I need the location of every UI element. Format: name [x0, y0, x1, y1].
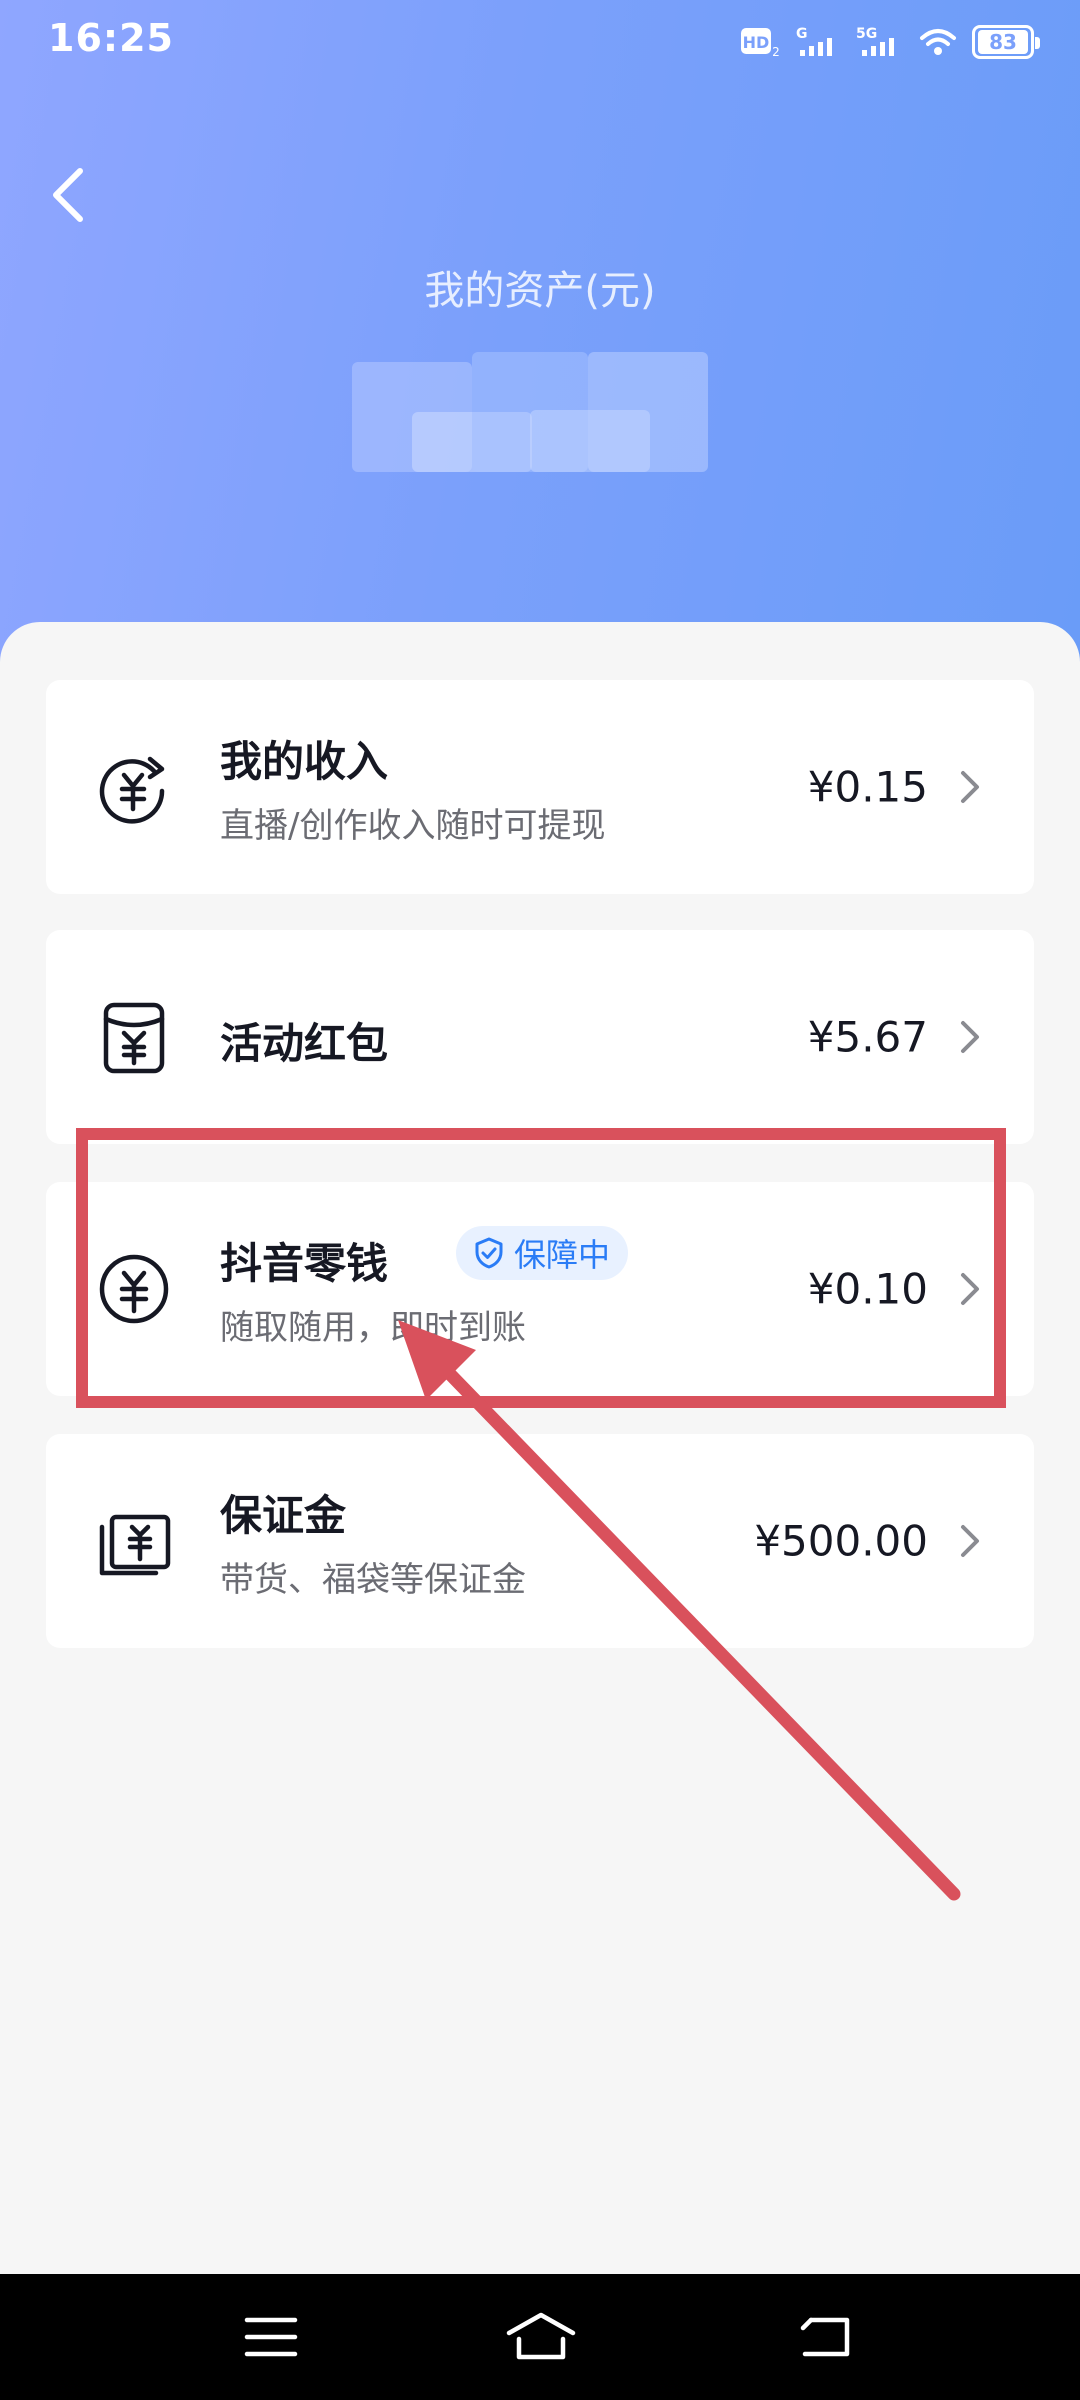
deposit-subtitle: 带货、福袋等保证金 — [220, 1560, 526, 1600]
chevron-right-icon — [961, 1021, 979, 1053]
signal-5g-icon: 5G — [856, 26, 894, 56]
chevron-right-icon — [961, 1525, 979, 1557]
system-nav-bar — [0, 2274, 1080, 2400]
red-packet-title: 活动红包 — [220, 1019, 389, 1068]
battery-icon: 83 — [972, 25, 1040, 59]
svg-text:5G: 5G — [856, 26, 877, 42]
deposit-card[interactable]: 保证金 带货、福袋等保证金 ¥500.00 — [46, 1434, 1034, 1648]
income-card[interactable]: 我的收入 直播/创作收入随时可提现 ¥0.15 — [46, 680, 1034, 894]
home-button[interactable] — [496, 2302, 586, 2372]
highlight-box — [76, 1128, 1006, 1408]
yuan-exchange-icon — [99, 756, 165, 824]
battery-level: 83 — [978, 30, 1028, 54]
svg-text:G: G — [796, 26, 808, 42]
status-time: 16:25 — [48, 16, 174, 60]
menu-button[interactable] — [226, 2302, 316, 2372]
signal-g-icon: G — [796, 26, 832, 56]
status-icons: HD 2 G 5G 83 — [740, 22, 1040, 62]
svg-text:2: 2 — [772, 45, 780, 58]
hd-icon: HD 2 — [741, 28, 780, 58]
income-title: 我的收入 — [220, 737, 389, 786]
deposit-amount: ¥500.00 — [754, 1516, 928, 1566]
assets-title: 我的资产(元) — [424, 268, 656, 314]
menu-icon — [244, 2317, 298, 2357]
red-packet-card[interactable]: 活动红包 ¥5.67 — [46, 930, 1034, 1144]
chevron-right-icon — [961, 771, 979, 803]
chevron-left-icon — [53, 168, 83, 222]
income-amount: ¥0.15 — [807, 762, 928, 812]
deposit-icon — [99, 1514, 171, 1576]
deposit-title: 保证金 — [220, 1491, 347, 1540]
svg-text:HD: HD — [743, 33, 770, 52]
assets-header: 16:25 HD 2 G 5G 83 我的资产(元) — [0, 0, 1080, 680]
status-bar: 16:25 HD 2 G 5G 83 — [0, 0, 1080, 84]
back-nav-icon — [800, 2317, 850, 2357]
assets-amount-blurred — [352, 352, 708, 472]
back-button[interactable] — [36, 150, 100, 240]
home-icon — [506, 2312, 576, 2360]
wifi-icon — [920, 29, 956, 55]
red-packet-amount: ¥5.67 — [807, 1012, 928, 1062]
red-packet-icon — [103, 1002, 165, 1074]
income-subtitle: 直播/创作收入随时可提现 — [220, 806, 606, 846]
back-nav-button[interactable] — [780, 2302, 870, 2372]
